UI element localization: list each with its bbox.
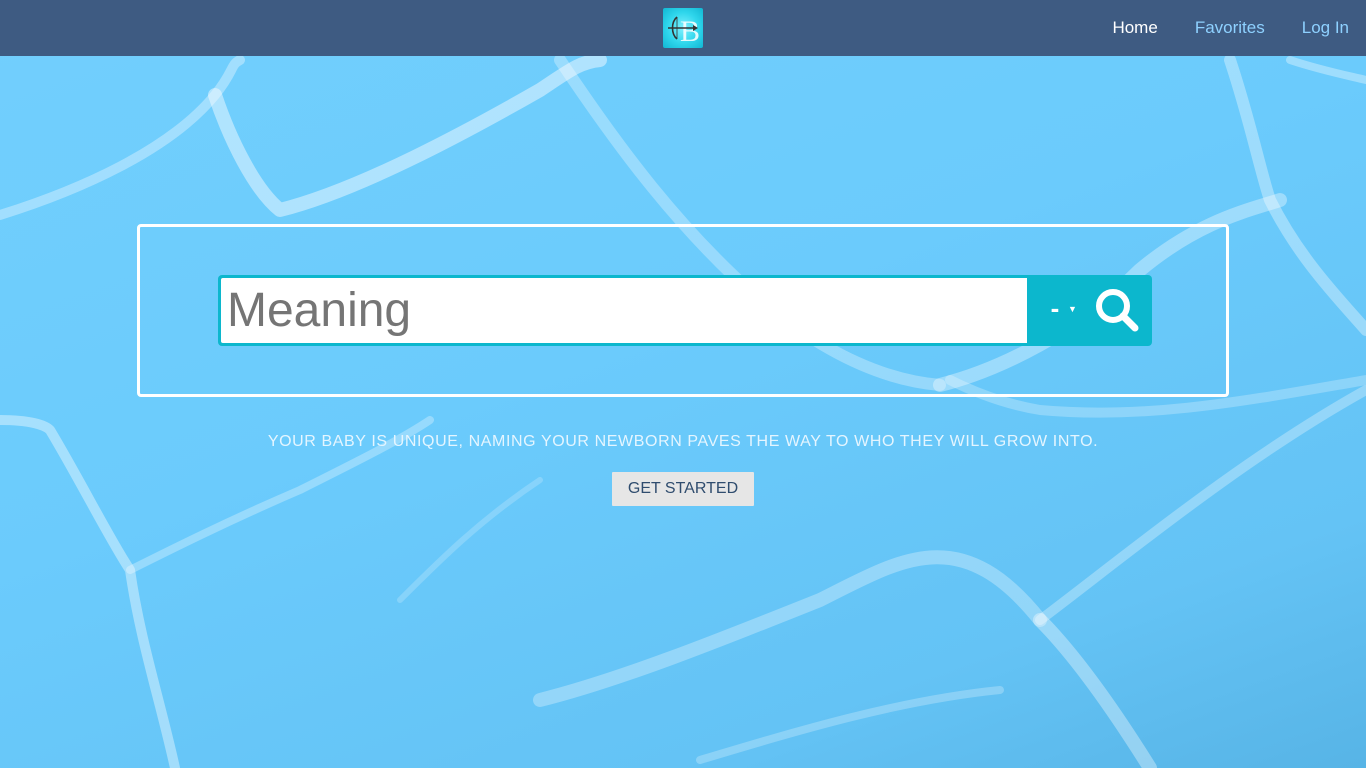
tagline: YOUR BABY IS UNIQUE, NAMING YOUR NEWBORN…	[267, 433, 1099, 450]
cupid-bow-b-logo-icon: B	[668, 15, 700, 48]
triangle-down-icon: ▼	[1068, 304, 1077, 314]
get-started-button[interactable]: GET STARTED	[612, 472, 754, 506]
nav-link-login[interactable]: Log In	[1302, 18, 1349, 38]
search-icon	[1096, 288, 1139, 331]
top-navbar: B Home Favorites Log In	[0, 0, 1366, 56]
nav-links: Home Favorites Log In	[1075, 0, 1366, 56]
search-input[interactable]	[221, 278, 1027, 343]
search-bar: - ▼	[218, 275, 1152, 346]
select-value: -	[1050, 293, 1060, 323]
search-button[interactable]	[1087, 275, 1149, 346]
nav-link-home[interactable]: Home	[1112, 18, 1157, 38]
svg-text:B: B	[680, 15, 700, 48]
logo[interactable]: B	[663, 8, 703, 48]
search-type-select[interactable]: - ▼	[1027, 275, 1087, 346]
search-panel: - ▼	[137, 224, 1229, 397]
nav-link-favorites[interactable]: Favorites	[1195, 18, 1265, 38]
